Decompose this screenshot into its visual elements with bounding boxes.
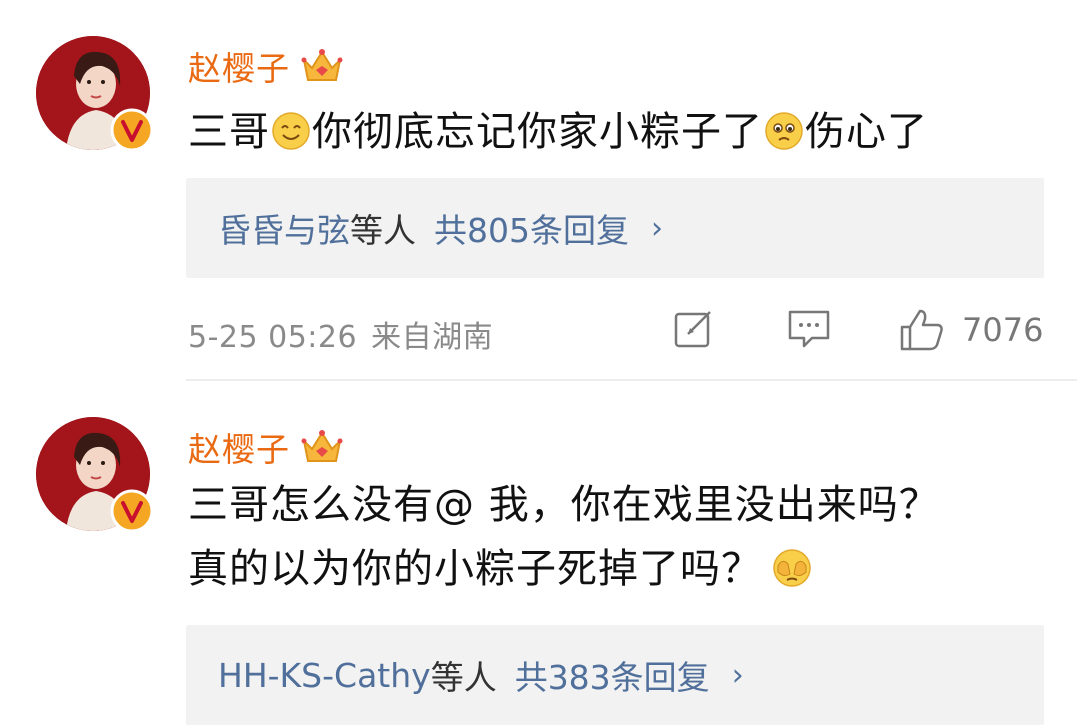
crown-icon xyxy=(301,430,343,462)
like-count: 7076 xyxy=(962,311,1044,349)
comment-feed: 赵樱子 三哥 你彻底忘记你家小粽子了 伤心了 昏昏与弦 等人 共805条回复 ›… xyxy=(0,0,1077,726)
username-text[interactable]: 赵樱子 xyxy=(188,423,290,471)
reply-others-label: 等人 xyxy=(350,211,416,250)
chevron-right-icon[interactable]: › xyxy=(732,658,744,693)
text-segment: 三哥 xyxy=(188,109,270,155)
comment-icon xyxy=(788,310,830,348)
chevron-right-icon[interactable]: › xyxy=(651,211,663,246)
avatar[interactable] xyxy=(36,417,154,533)
cover-face-emoji-icon xyxy=(773,549,811,587)
reply-others-label: 等人 xyxy=(430,658,497,697)
comment-text: 三哥怎么没有@ 我，你在戏里没出来吗？ 真的以为你的小粽子死掉了吗？ xyxy=(188,473,1048,601)
username[interactable]: 赵樱子 xyxy=(188,42,344,90)
verified-badge xyxy=(110,108,154,152)
timestamp: 5-25 05:26 xyxy=(188,320,358,355)
comment-meta: 5-25 05:26 来自湖南 xyxy=(188,312,493,356)
reply-user[interactable]: HH-KS-Cathy xyxy=(218,656,431,695)
avatar[interactable] xyxy=(36,36,154,152)
text-segment: 你彻底忘记你家小粽子了 xyxy=(312,109,763,155)
reply-user[interactable]: 昏昏与弦 xyxy=(218,204,350,252)
repost-button[interactable] xyxy=(672,306,716,354)
text-line-wrap: 真的以为你的小粽子死掉了吗？ xyxy=(188,537,1048,601)
pitiful-emoji-icon xyxy=(765,112,803,150)
text-segment: 伤心了 xyxy=(805,109,928,155)
like-icon xyxy=(900,309,943,351)
comment-item: 赵樱子 三哥 你彻底忘记你家小粽子了 伤心了 昏昏与弦 等人 共805条回复 ›… xyxy=(0,0,1077,381)
comment-item: 赵樱子 三哥怎么没有@ 我，你在戏里没出来吗？ 真的以为你的小粽子死掉了吗？ H… xyxy=(0,381,1077,726)
comment-button[interactable] xyxy=(786,306,832,354)
reply-total[interactable]: 共383条回复 xyxy=(515,651,710,699)
verified-badge xyxy=(110,489,154,533)
location: 来自湖南 xyxy=(371,320,494,355)
like-button[interactable]: 7076 xyxy=(898,306,1043,354)
crown-icon xyxy=(301,49,343,81)
reply-total[interactable]: 共805条回复 xyxy=(434,204,629,252)
username-text[interactable]: 赵樱子 xyxy=(188,42,290,90)
replies-summary[interactable]: 昏昏与弦 等人 共805条回复 › xyxy=(186,178,1044,278)
comment-text: 三哥 你彻底忘记你家小粽子了 伤心了 xyxy=(188,100,1048,164)
repost-icon xyxy=(674,311,711,348)
text-line: 真的以为你的小粽子死掉了吗？ xyxy=(188,546,762,592)
username[interactable]: 赵樱子 xyxy=(188,423,344,471)
smile-emoji-icon xyxy=(272,112,310,150)
text-line: 三哥怎么没有@ 我，你在戏里没出来吗？ xyxy=(188,482,940,528)
replies-summary[interactable]: HH-KS-Cathy 等人 共383条回复 › xyxy=(186,625,1044,725)
